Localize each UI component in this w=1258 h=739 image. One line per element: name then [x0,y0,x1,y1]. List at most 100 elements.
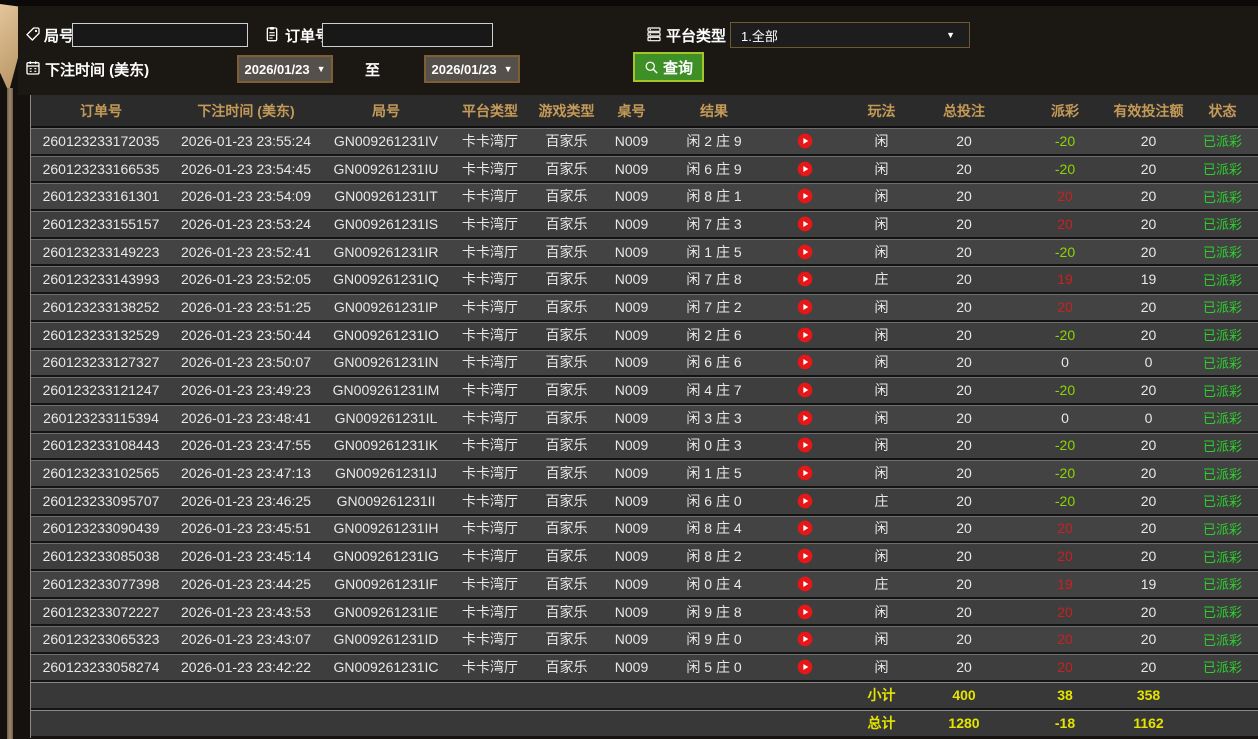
cell-round-no: GN009261231II [336,492,436,509]
table-row: 260123233085038 2026-01-23 23:45:14 GN00… [31,543,1258,571]
cell-table-no: N009 [614,298,649,315]
cell-order-no: 260123233155157 [42,215,160,232]
cell-order-no: 260123233085038 [42,548,160,565]
cell-round-no: GN009261231IJ [335,465,437,482]
play-icon[interactable] [797,188,813,204]
cell-bet-time: 2026-01-23 23:47:55 [181,437,311,454]
cell-valid-bet: 20 [1140,243,1157,260]
play-icon[interactable] [797,576,813,592]
cell-status: 已派彩 [1202,217,1242,233]
play-icon[interactable] [797,244,813,260]
cell-platform: 卡卡湾厅 [462,326,518,343]
cell-result: 闲 1 庄 5 [659,460,854,486]
tag-icon [24,25,42,43]
bet-time-label: 下注时间 (美东) [45,62,150,79]
table-row: 260123233132529 2026-01-23 23:50:44 GN00… [31,321,1258,350]
result-text: 闲 9 庄 8 [686,603,742,620]
cell-order-no: 260123233065323 [42,631,160,648]
cell-status: 已派彩 [1202,383,1242,399]
cell-status: 已派彩 [1202,632,1242,648]
column-header-9: 派彩 [1051,102,1079,119]
cell-platform: 卡卡湾厅 [462,188,518,205]
play-icon[interactable] [797,299,813,315]
cell-payout: 20 [1057,603,1073,620]
cell-platform: 卡卡湾厅 [462,132,518,149]
cell-result: 闲 6 庄 0 [659,488,854,514]
table-header-row: 订单号 下注时间 (美东) 局号 平台类型 游戏类型 桌号 结果 玩法 总投注 派彩 有效投注额 状态 [31,95,1258,128]
play-icon[interactable] [797,659,813,675]
date-from-picker[interactable]: 2026/01/23 ▼ [237,55,333,83]
cell-play-type: 闲 [874,631,889,648]
cell-result: 闲 3 庄 3 [659,405,854,431]
cell-order-no: 260123233072227 [42,603,160,620]
cell-table-no: N009 [614,631,649,648]
result-text: 闲 0 庄 3 [686,437,742,454]
table-row: 260123233058274 2026-01-23 23:42:22 GN00… [31,654,1258,682]
play-icon[interactable] [797,382,813,398]
round-no-input[interactable] [72,23,248,47]
play-icon[interactable] [797,133,813,149]
cell-total-bet: 20 [956,271,972,288]
table-row: 260123233065323 2026-01-23 23:43:07 GN00… [31,626,1258,655]
cell-payout: -20 [1054,326,1076,343]
cell-play-type: 庄 [874,575,889,592]
cell-valid-bet: 20 [1140,492,1157,509]
cell-bet-time: 2026-01-23 23:46:25 [181,492,311,509]
cell-payout: 19 [1057,575,1073,592]
cell-platform: 卡卡湾厅 [462,298,518,315]
cell-game-type: 百家乐 [545,354,588,371]
cell-status: 已派彩 [1202,355,1242,371]
table-row: 260123233115394 2026-01-23 23:48:41 GN00… [31,404,1258,433]
play-icon[interactable] [797,604,813,620]
column-header-2: 局号 [372,102,400,119]
play-icon[interactable] [797,631,813,647]
play-icon[interactable] [797,271,813,287]
table-row: 260123233172035 2026-01-23 23:55:24 GN00… [31,128,1258,156]
search-button[interactable]: 查询 [633,52,705,82]
play-icon[interactable] [797,465,813,481]
platform-type-select[interactable]: 1.全部 ▼ [730,22,970,48]
cell-result: 闲 7 庄 2 [659,294,854,320]
cell-payout: 20 [1057,188,1073,205]
cell-play-type: 庄 [874,492,889,509]
table-row: 260123233155157 2026-01-23 23:53:24 GN00… [31,211,1258,239]
result-text: 闲 7 庄 8 [686,271,742,288]
cell-table-no: N009 [614,437,649,454]
chevron-down-icon: ▼ [316,64,326,74]
play-icon[interactable] [797,410,813,426]
play-icon[interactable] [797,493,813,509]
cell-valid-bet: 20 [1140,160,1157,177]
order-no-input[interactable] [322,23,493,47]
cell-status: 已派彩 [1202,162,1242,178]
cell-status: 已派彩 [1202,660,1242,676]
play-icon[interactable] [797,216,813,232]
cell-payout: 20 [1057,548,1073,565]
cell-platform: 卡卡湾厅 [462,492,518,509]
table-row: 260123233077398 2026-01-23 23:44:25 GN00… [31,571,1258,599]
cell-payout: 20 [1057,215,1073,232]
play-icon[interactable] [797,520,813,536]
cell-game-type: 百家乐 [545,132,588,149]
cell-platform: 卡卡湾厅 [462,243,518,260]
play-icon[interactable] [797,548,813,564]
play-icon[interactable] [797,327,813,343]
date-to-picker[interactable]: 2026/01/23 ▼ [424,55,520,83]
cell-table-no: N009 [614,271,649,288]
cell-bet-time: 2026-01-23 23:52:41 [181,243,311,260]
play-icon[interactable] [797,354,813,370]
play-icon[interactable] [797,437,813,453]
platform-type-value: 1.全部 [741,28,778,44]
cell-result: 闲 7 庄 8 [659,266,854,292]
result-text: 闲 7 庄 3 [686,215,742,232]
cell-table-no: N009 [614,132,649,149]
cell-valid-bet: 20 [1140,658,1157,675]
play-icon[interactable] [797,161,813,177]
cell-valid-bet: 20 [1140,548,1157,565]
cell-result: 闲 5 庄 0 [659,654,854,680]
table-row: 260123233095707 2026-01-23 23:46:25 GN00… [31,487,1258,516]
cell-valid-bet: 20 [1140,215,1157,232]
table-row: 260123233090439 2026-01-23 23:45:51 GN00… [31,515,1258,544]
cell-round-no: GN009261231IH [333,520,439,537]
total-label: 总计 [867,714,896,731]
cell-order-no: 260123233132529 [42,326,160,343]
